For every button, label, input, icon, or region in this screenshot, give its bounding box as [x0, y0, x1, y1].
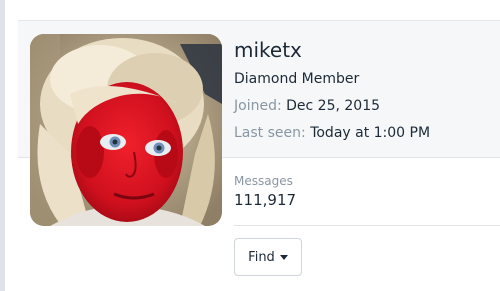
stats-divider	[234, 225, 500, 226]
joined-info: Joined: Dec 25, 2015	[234, 98, 380, 114]
last-seen-info: Last seen: Today at 1:00 PM	[234, 125, 430, 141]
last-seen-label: Last seen:	[234, 125, 306, 141]
joined-label: Joined:	[234, 98, 282, 114]
messages-label: Messages	[234, 174, 293, 188]
last-seen-value: Today at 1:00 PM	[310, 125, 431, 141]
avatar-image	[30, 34, 222, 226]
user-avatar[interactable]	[30, 34, 222, 226]
caret-down-icon	[279, 255, 288, 260]
member-tooltip-page: miketx Diamond Member Joined: Dec 25, 20…	[0, 0, 500, 291]
left-rail	[0, 0, 5, 291]
find-button-label: Find	[248, 249, 275, 265]
username-link[interactable]: miketx	[234, 38, 302, 62]
user-title: Diamond Member	[234, 71, 360, 87]
find-button[interactable]: Find	[234, 238, 302, 276]
joined-value: Dec 25, 2015	[286, 98, 381, 114]
member-card: miketx Diamond Member Joined: Dec 25, 20…	[18, 20, 500, 291]
messages-count-link[interactable]: 111,917	[234, 191, 296, 209]
